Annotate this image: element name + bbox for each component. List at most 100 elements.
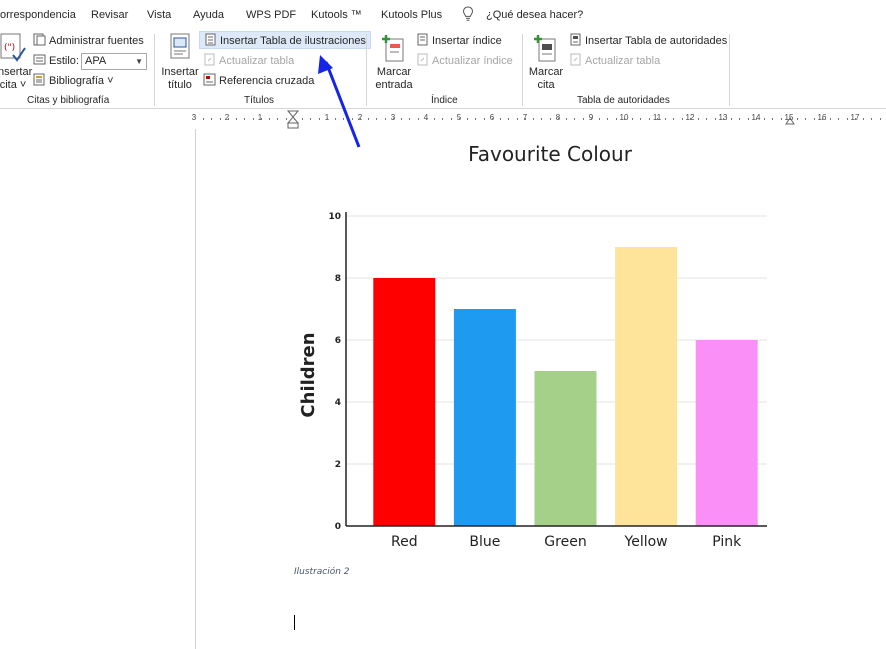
mark-citation-label-1: Marcar (528, 66, 564, 78)
insert-citation-icon: (") (0, 33, 26, 62)
update-table-figures-label: Actualizar tabla (219, 55, 295, 67)
ruler-tick (632, 118, 633, 120)
ruler-tick (393, 118, 394, 120)
ruler-tick (269, 118, 270, 120)
style-select-value: APA (85, 55, 107, 67)
ruler-tick (682, 118, 683, 120)
ruler-tick (698, 118, 699, 120)
group-label-citations: Citas y bibliografía (27, 95, 110, 106)
ruler-tick (558, 118, 559, 120)
bar-chart[interactable]: Favourite Colour Children 0 2 4 6 8 10 Red Blue… (280, 135, 780, 555)
lightbulb-icon[interactable] (462, 6, 474, 22)
manage-sources-label: Administrar fuentes (49, 35, 144, 47)
table-of-figures-icon (205, 33, 216, 46)
group-divider (729, 34, 730, 106)
group-divider (522, 34, 523, 106)
ruler-tick (360, 118, 361, 120)
ruler-tick (781, 118, 782, 120)
insert-index-icon (417, 33, 428, 46)
ruler-tick (442, 118, 443, 120)
svg-text:("): (") (4, 43, 15, 53)
tab-wps-pdf[interactable]: WPS PDF (246, 9, 296, 21)
manage-sources-icon (33, 33, 46, 46)
tab-revisar[interactable]: Revisar (91, 9, 128, 21)
chart-bar-pink (695, 340, 758, 526)
ruler-label: 3 (191, 113, 197, 122)
ruler-tick (863, 118, 864, 120)
ruler-tick (426, 118, 427, 120)
tell-me-search[interactable]: ¿Qué desea hacer? (486, 9, 583, 21)
chart-y-tick-label: 0 (335, 522, 341, 532)
chart-title: Favourite Colour (468, 142, 633, 166)
style-select[interactable]: APA ▼ (81, 53, 147, 70)
cross-reference-button[interactable]: Referencia cruzada (203, 72, 314, 90)
ruler-tick (822, 118, 823, 120)
style-label: Estilo: (33, 52, 79, 70)
ruler-tick (814, 118, 815, 120)
chart-bar-red (373, 278, 436, 526)
ruler-tick (310, 118, 311, 120)
chart-y-axis-label: Children (298, 332, 319, 417)
horizontal-ruler[interactable]: 3 2 1 1 2 3 4 5 6 7 8 9 10 11 12 13 14 1… (0, 109, 886, 129)
ruler-tick (583, 118, 584, 120)
ruler-tick (673, 118, 674, 120)
ruler-tick (220, 118, 221, 120)
indent-marker-icon[interactable] (287, 109, 299, 129)
group-label-index: Índice (431, 95, 458, 106)
style-icon (33, 54, 46, 65)
ruler-tick (715, 118, 716, 120)
ruler-tick (566, 118, 567, 120)
ruler-tick (401, 118, 402, 120)
ruler-tick (533, 118, 534, 120)
ruler-tick (286, 118, 287, 120)
ribbon-tab-bar: orrespondencia Revisar Vista Ayuda WPS P… (0, 0, 886, 31)
mark-citation-button[interactable]: Marcar cita (526, 33, 566, 92)
tab-kutools[interactable]: Kutools ™ (311, 9, 362, 21)
ruler-tick (236, 118, 237, 120)
ruler-tick (847, 118, 848, 120)
ruler-tick (368, 118, 369, 120)
ruler-tick (748, 118, 749, 120)
chart-y-tick-label: 2 (335, 460, 341, 470)
insert-table-of-authorities-button[interactable]: Insertar Tabla de autoridades (569, 32, 727, 50)
ruler-tick (228, 118, 229, 120)
ruler-tick (797, 118, 798, 120)
ruler-tick (434, 118, 435, 120)
insert-citation-label-2: cita ˅ (0, 79, 27, 91)
insert-caption-label-2: título (168, 79, 192, 91)
ruler-tick (731, 118, 732, 120)
update-index-button[interactable]: Actualizar índice (416, 52, 513, 70)
tab-vista[interactable]: Vista (147, 9, 171, 21)
document-page[interactable]: Favourite Colour Children 0 2 4 6 8 10 Red Blue… (0, 129, 886, 649)
ruler-tick (475, 118, 476, 120)
tab-correspondencia[interactable]: orrespondencia (0, 9, 76, 21)
cross-reference-icon (203, 73, 216, 86)
ruler-tick (385, 118, 386, 120)
ruler-tick (517, 118, 518, 120)
bibliography-button[interactable]: Bibliografía ˅ (33, 72, 114, 90)
ruler-tick (302, 118, 303, 120)
group-divider (366, 34, 367, 106)
ruler-tick (871, 118, 872, 120)
chart-bar-yellow (615, 247, 678, 526)
update-table-authorities-button[interactable]: Actualizar tabla (569, 52, 660, 70)
chart-x-tick-label: Blue (469, 534, 500, 550)
ruler-tick (764, 118, 765, 120)
chart-bar-blue (453, 309, 516, 526)
tab-kutools-plus[interactable]: Kutools Plus (381, 9, 442, 21)
mark-entry-button[interactable]: Marcar entrada (372, 33, 416, 92)
ruler-tick (525, 118, 526, 120)
ruler-tick (574, 118, 575, 120)
insert-citation-button[interactable]: (") nsertar cita ˅ (0, 33, 32, 92)
manage-sources-button[interactable]: Administrar fuentes (33, 32, 144, 50)
update-table-figures-button[interactable]: Actualizar tabla (203, 52, 294, 70)
insert-table-of-figures-button[interactable]: Insertar Tabla de ilustraciones (199, 31, 371, 49)
chart-y-tick-label: 6 (335, 336, 341, 346)
tab-ayuda[interactable]: Ayuda (193, 9, 224, 21)
insert-caption-button[interactable]: Insertar título (160, 33, 200, 92)
ruler-tick (294, 118, 295, 120)
figure-caption[interactable]: Ilustración 2 (294, 567, 350, 577)
ruler-tick (500, 118, 501, 120)
mark-entry-label-2: entrada (375, 79, 413, 91)
insert-index-button[interactable]: Insertar índice (416, 32, 502, 50)
